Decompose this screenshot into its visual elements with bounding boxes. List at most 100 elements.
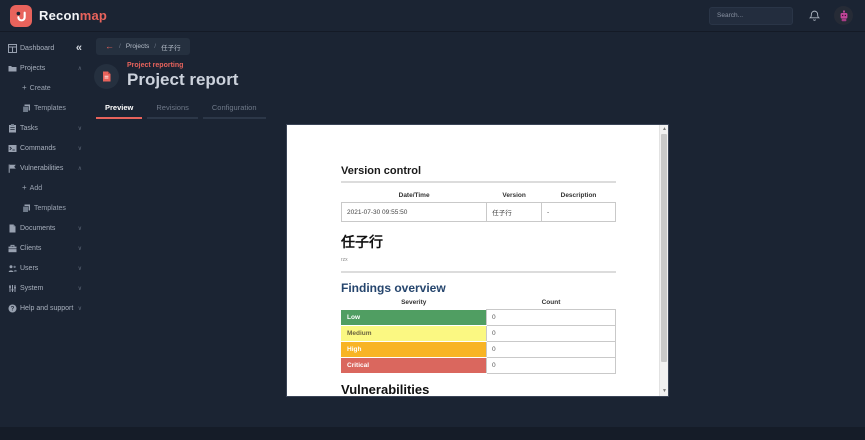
sidebar: Dashboard « Projects ∧ + Create Template… (0, 32, 88, 427)
divider (341, 271, 616, 273)
terminal-icon (8, 144, 17, 153)
severity-label: Critical (341, 358, 486, 374)
findings-overview-table: Severity Count Low 0 Medium 0 High (341, 297, 616, 374)
sidebar-item-vulnerabilities[interactable]: Vulnerabilities ∧ (0, 158, 88, 178)
severity-row-high: High 0 (341, 342, 616, 358)
chevron-down-icon: ∨ (78, 285, 82, 292)
breadcrumb-projects-link[interactable]: Projects (126, 43, 149, 50)
bottom-bar (0, 427, 865, 440)
brand-accent: map (80, 8, 107, 23)
sidebar-label: Vulnerabilities (20, 165, 63, 172)
sidebar-item-tasks[interactable]: Tasks ∨ (0, 118, 88, 138)
tab-revisions[interactable]: Revisions (147, 99, 198, 119)
divider (341, 181, 616, 183)
copy-icon (22, 204, 31, 213)
chevron-down-icon: ∨ (78, 125, 82, 132)
severity-count: 0 (486, 326, 615, 342)
sidebar-label: Documents (20, 225, 55, 232)
sliders-icon (8, 284, 17, 293)
severity-row-critical: Critical 0 (341, 358, 616, 374)
sidebar-item-help[interactable]: ? Help and support ∨ (0, 298, 88, 318)
back-arrow-icon[interactable]: ← (105, 42, 114, 51)
sidebar-label: Dashboard (20, 45, 54, 52)
sidebar-item-clients[interactable]: Clients ∨ (0, 238, 88, 258)
main-content: ← / Projects / 任子行 Project reporting Pro… (88, 32, 865, 427)
breadcrumb-separator: / (119, 43, 121, 50)
column-header-severity: Severity (341, 297, 486, 310)
plus-icon: + (22, 84, 27, 92)
column-header-description: Description (542, 190, 616, 203)
sidebar-label: Projects (20, 65, 45, 72)
sidebar-label: System (20, 285, 43, 292)
severity-row-medium: Medium 0 (341, 326, 616, 342)
brand-primary: Recon (39, 8, 80, 23)
column-header-count: Count (486, 297, 615, 310)
chevron-down-icon: ∨ (78, 145, 82, 152)
sidebar-item-commands[interactable]: Commands ∨ (0, 138, 88, 158)
severity-count: 0 (486, 358, 615, 374)
project-kicker: Project reporting (127, 62, 238, 69)
sidebar-label: Templates (34, 205, 66, 212)
severity-label: Medium (341, 326, 486, 342)
reconmap-logo-icon[interactable] (10, 5, 32, 27)
sidebar-item-vulnerabilities-add[interactable]: + Add (0, 178, 88, 198)
report-project-title: 任子行 (341, 232, 616, 252)
report-file-icon (101, 71, 112, 82)
top-bar: Reconmap (0, 0, 865, 32)
severity-row-low: Low 0 (341, 310, 616, 326)
preview-scrollbar[interactable]: ▲ ▼ (659, 125, 668, 396)
sidebar-item-users[interactable]: Users ∨ (0, 258, 88, 278)
copy-icon (22, 104, 31, 113)
breadcrumb-current[interactable]: 任子行 (161, 42, 181, 52)
sidebar-label: Add (30, 185, 42, 192)
user-avatar[interactable] (834, 6, 853, 25)
dashboard-icon (8, 44, 17, 53)
sidebar-item-documents[interactable]: Documents ∨ (0, 218, 88, 238)
cell-description: - (542, 203, 616, 222)
sidebar-collapse-button[interactable]: « (76, 43, 82, 54)
scroll-down-icon[interactable]: ▼ (660, 387, 669, 396)
scroll-up-icon[interactable]: ▲ (660, 125, 669, 134)
column-header-datetime: Date/Time (342, 190, 487, 203)
severity-count: 0 (486, 342, 615, 358)
sidebar-label: Clients (20, 245, 41, 252)
page-title: Project report (127, 70, 238, 90)
brand-wordmark[interactable]: Reconmap (39, 8, 107, 23)
severity-label: High (341, 342, 486, 358)
sidebar-item-projects-create[interactable]: + Create (0, 78, 88, 98)
report-preview-panel: Version control Date/Time Version Descri… (287, 125, 668, 396)
scrollbar-thumb[interactable] (661, 134, 667, 362)
sidebar-item-dashboard[interactable]: Dashboard « (0, 38, 88, 58)
column-header-version: Version (487, 190, 542, 203)
sidebar-item-vulnerabilities-templates[interactable]: Templates (0, 198, 88, 218)
tab-preview[interactable]: Preview (96, 99, 142, 119)
help-circle-icon: ? (8, 304, 17, 313)
version-control-table: Date/Time Version Description 2021-07-30… (341, 190, 616, 222)
sidebar-item-projects[interactable]: Projects ∧ (0, 58, 88, 78)
sidebar-item-projects-templates[interactable]: Templates (0, 98, 88, 118)
severity-label: Low (341, 310, 486, 326)
section-title-version-control: Version control (341, 165, 616, 177)
severity-count: 0 (486, 310, 615, 326)
tab-configuration[interactable]: Configuration (203, 99, 266, 119)
breadcrumb-separator: / (154, 43, 156, 50)
report-avatar (94, 64, 119, 89)
notifications-bell-icon[interactable] (809, 10, 820, 22)
users-icon (8, 264, 17, 273)
chevron-up-icon: ∧ (78, 165, 82, 172)
section-title-findings-overview: Findings overview (341, 281, 616, 295)
breadcrumb: ← / Projects / 任子行 (96, 38, 190, 55)
chevron-down-icon: ∨ (78, 305, 82, 312)
chevron-down-icon: ∨ (78, 245, 82, 252)
chevron-down-icon: ∨ (78, 265, 82, 272)
document-icon (8, 224, 17, 233)
sidebar-item-system[interactable]: System ∨ (0, 278, 88, 298)
sidebar-label: Users (20, 265, 38, 272)
sidebar-label: Templates (34, 105, 66, 112)
report-tabs: Preview Revisions Configuration (96, 99, 865, 119)
chevron-up-icon: ∧ (78, 65, 82, 72)
cell-datetime: 2021-07-30 09:55:50 (342, 203, 487, 222)
project-header: Project reporting Project report (94, 62, 865, 90)
table-row: 2021-07-30 09:55:50 任子行 - (342, 203, 616, 222)
search-input[interactable] (709, 7, 793, 25)
